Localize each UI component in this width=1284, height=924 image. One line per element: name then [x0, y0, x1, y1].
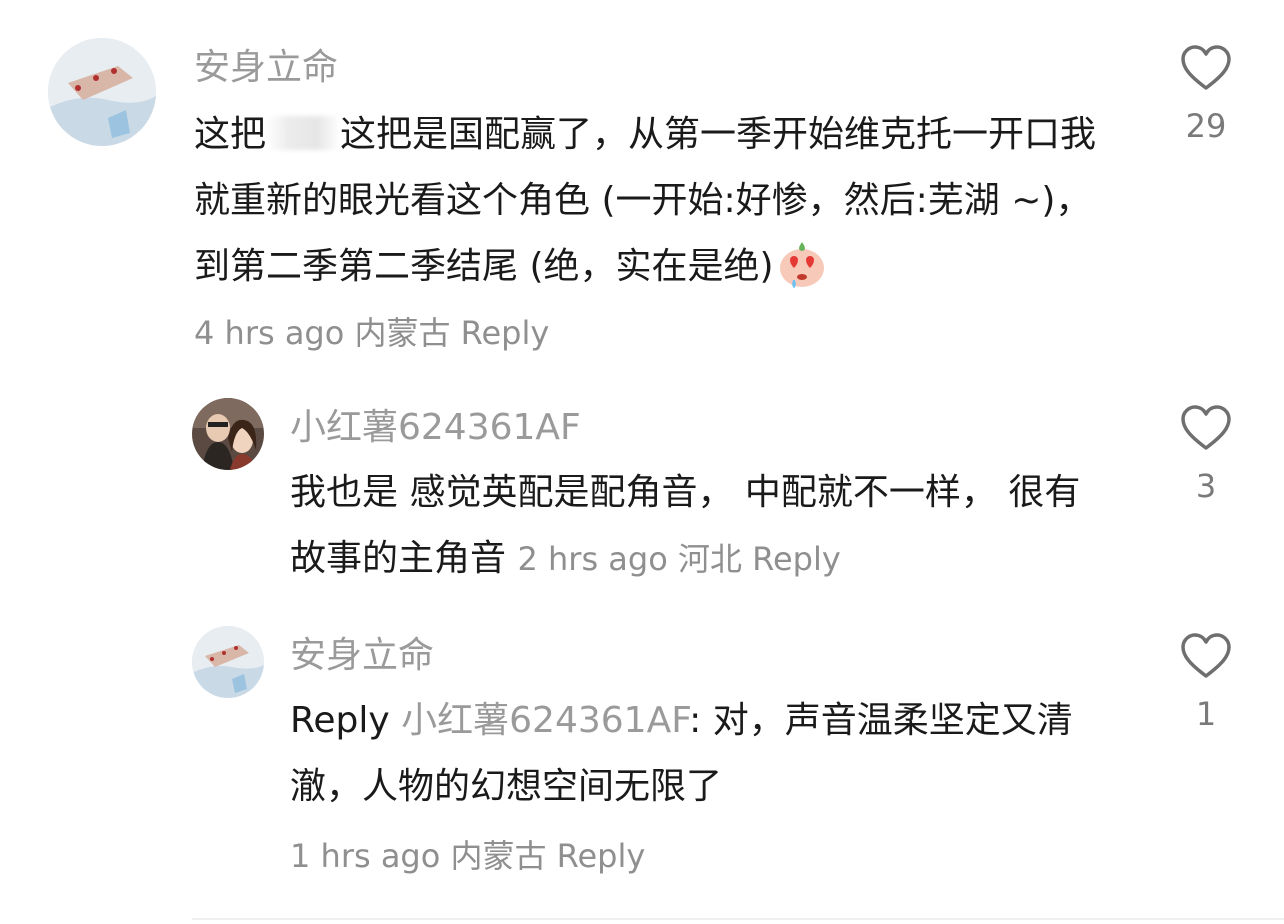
comment-1: 安身立命 这把 这把是国配赢了，从第一季开始维克托一开口我就重新的眼光看这个角色 … [0, 0, 1284, 380]
avatar[interactable] [48, 38, 156, 146]
reply-button[interactable]: Reply [752, 540, 841, 578]
heart-eyes-face-emoji [776, 238, 828, 290]
timestamp: 1 hrs ago [290, 837, 441, 875]
blurred-text [266, 116, 341, 150]
like-count: 3 [1195, 467, 1217, 505]
username[interactable]: 安身立命 [290, 636, 434, 676]
comment-meta: 2 hrs ago 河北 Reply [517, 540, 840, 578]
divider [192, 918, 1284, 920]
text-part-1: 这把 [194, 114, 267, 155]
heart-outline-icon [1181, 45, 1231, 90]
comment-text: Reply 小红薯624361AF: 对，声音温柔坚定又清澈，人物的幻想空间无限… [290, 688, 1120, 820]
like-count: 1 [1195, 695, 1217, 733]
username[interactable]: 安身立命 [194, 48, 338, 88]
location: 内蒙古 [450, 837, 547, 875]
comment-2: 小红薯624361AF 我也是 感觉英配是配角音， 中配就不一样， 很有故事的主… [0, 380, 1284, 620]
comment-3: 安身立命 Reply 小红薯624361AF: 对，声音温柔坚定又清澈，人物的幻… [0, 620, 1284, 924]
avatar[interactable] [192, 626, 264, 698]
location: 内蒙古 [354, 314, 451, 352]
like-button[interactable]: 1 [1176, 632, 1236, 732]
comment-meta: 1 hrs ago 内蒙古 Reply [290, 836, 645, 876]
location: 河北 [677, 540, 742, 578]
username[interactable]: 小红薯624361AF [290, 408, 581, 448]
comment-text: 这把 这把是国配赢了，从第一季开始维克托一开口我就重新的眼光看这个角色 (一开始:… [194, 102, 1124, 366]
like-button[interactable]: 3 [1176, 404, 1236, 504]
reply-button[interactable]: Reply [557, 837, 646, 875]
heart-outline-icon [1181, 405, 1231, 450]
heart-outline-icon [1181, 633, 1231, 678]
comment-text: 我也是 感觉英配是配角音， 中配就不一样， 很有故事的主角音 2 hrs ago… [290, 460, 1090, 592]
like-count: 29 [1185, 107, 1227, 145]
mentioned-user[interactable]: 小红薯624361AF [401, 700, 689, 741]
reply-prefix: Reply [290, 700, 390, 741]
timestamp: 2 hrs ago [517, 540, 668, 578]
like-button[interactable]: 29 [1176, 44, 1236, 144]
avatar[interactable] [192, 398, 264, 470]
reply-button[interactable]: Reply [461, 314, 550, 352]
timestamp: 4 hrs ago [194, 314, 345, 352]
comment-meta: 4 hrs ago 内蒙古 Reply [194, 314, 549, 352]
